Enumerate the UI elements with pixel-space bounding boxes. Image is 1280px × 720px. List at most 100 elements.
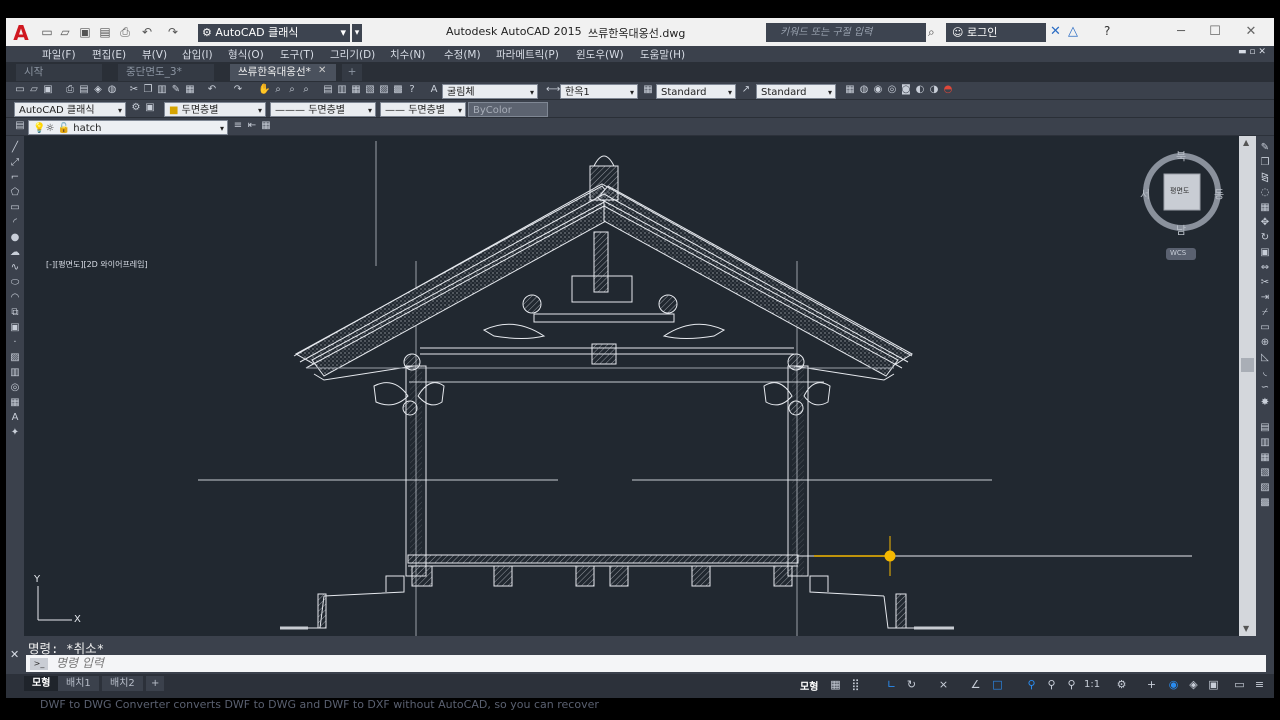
scrollbar-thumb[interactable] (1241, 358, 1254, 372)
close-window-button[interactable]: ✕ (1236, 22, 1266, 42)
tool-palettes-icon[interactable]: ▦ (350, 84, 362, 96)
bring-front-icon[interactable]: ▥ (1259, 437, 1271, 449)
scroll-down-icon[interactable]: ▼ (1243, 624, 1249, 633)
object-snap-tracking-icon[interactable]: ∠ (968, 677, 983, 692)
ellipse-icon[interactable]: ⬭ (9, 277, 21, 289)
viewport-label[interactable]: [-][평면도][2D 와이어프레임] (46, 259, 148, 270)
menu-window[interactable]: 윈도우(W) (576, 47, 624, 62)
viewcube-face[interactable]: 평면도 (1170, 186, 1189, 196)
views-icon[interactable]: ▦ (844, 84, 856, 96)
fillet-icon[interactable]: ◟ (1259, 367, 1271, 379)
polygon-icon[interactable]: ⬠ (9, 187, 21, 199)
add-layout-button[interactable]: + (146, 676, 165, 691)
grid-icon[interactable]: ▦ (828, 677, 843, 692)
copy-object-icon[interactable]: ❐ (1259, 157, 1271, 169)
undo-icon[interactable]: ↶ (206, 84, 218, 96)
render-icon[interactable]: ◉ (872, 84, 884, 96)
layer-select[interactable]: 💡☼ 🔓 hatch ▾ (28, 120, 228, 135)
copy-icon[interactable]: ❐ (142, 84, 154, 96)
annotation-visibility-icon[interactable]: ⚲ (1024, 677, 1039, 692)
mirror-icon[interactable]: ⧎ (1259, 172, 1271, 184)
compass-east[interactable]: 동 (1214, 186, 1224, 202)
circle-icon[interactable]: ● (9, 232, 21, 244)
point-icon[interactable]: · (9, 337, 21, 349)
print-icon[interactable]: ⎙ (118, 25, 132, 39)
trim-icon[interactable]: ✂ (1259, 277, 1271, 289)
workspace-select-2[interactable]: AutoCAD 클래식 ▾ (14, 102, 126, 117)
status-menu-icon[interactable]: ≡ (1252, 677, 1267, 692)
break-at-point-icon[interactable]: ⌿ (1259, 307, 1271, 319)
menu-view[interactable]: 뷰(V) (142, 47, 167, 62)
array-icon[interactable]: ▦ (1259, 202, 1271, 214)
search-input[interactable]: 키워드 또는 구절 입력 (766, 23, 926, 42)
menu-tools[interactable]: 도구(T) (280, 47, 314, 62)
save-icon[interactable]: ▣ (78, 25, 92, 39)
plot-icon[interactable]: ⎙ (64, 84, 76, 96)
insert-block-icon[interactable]: ⧉ (9, 307, 21, 319)
edit-hatch-icon[interactable]: ▩ (1259, 497, 1271, 509)
save-icon[interactable]: ▣ (42, 84, 54, 96)
orbit-icon[interactable]: ◍ (858, 84, 870, 96)
cut-icon[interactable]: ✂ (128, 84, 140, 96)
explode-icon[interactable]: ✸ (1259, 397, 1271, 409)
globe-icon[interactable]: ◍ (106, 84, 118, 96)
menu-dimension[interactable]: 치수(N) (390, 47, 425, 62)
arc-icon[interactable]: ◜ (9, 217, 21, 229)
help-icon[interactable]: ? (406, 84, 418, 96)
undo-icon[interactable]: ↶ (140, 25, 154, 39)
color-select[interactable]: ■ 두면층별 ▾ (164, 102, 266, 117)
command-prompt-icon[interactable]: >_ (30, 658, 48, 670)
layer-previous-icon[interactable]: ⇤ (246, 120, 258, 132)
snap-icon[interactable]: ⣿ (848, 677, 863, 692)
markup-icon[interactable]: ▨ (378, 84, 390, 96)
pan-icon[interactable]: ✋ (258, 84, 270, 96)
autocad-360-icon[interactable]: ◓ (942, 84, 954, 96)
menu-file[interactable]: 파일(F) (42, 47, 76, 62)
gear-icon[interactable]: ⚙ (130, 102, 142, 114)
minimize-button[interactable]: ─ (1166, 22, 1196, 42)
draw-order-icon[interactable]: ▤ (1259, 422, 1271, 434)
ortho-icon[interactable]: ∟ (884, 677, 899, 692)
blend-icon[interactable]: ∽ (1259, 382, 1271, 394)
doc-window-controls[interactable]: ▬ ▫ ✕ (1238, 47, 1266, 57)
command-input[interactable]: 명령 입력 (26, 655, 1266, 672)
zoom-previous-icon[interactable]: ⌕ (300, 84, 312, 96)
tab-section-3[interactable]: 중단면도_3* (118, 64, 214, 81)
menu-modify[interactable]: 수정(M) (444, 47, 481, 62)
polar-icon[interactable]: ↻ (904, 677, 919, 692)
calculator-icon[interactable]: ▩ (392, 84, 404, 96)
revision-cloud-icon[interactable]: ☁ (9, 247, 21, 259)
line-icon[interactable]: ╱ (9, 142, 21, 154)
text-style-select[interactable]: 굴림체 ▾ (442, 84, 538, 99)
menu-help[interactable]: 도움말(H) (640, 47, 685, 62)
isolate-objects-icon[interactable]: ◉ (1166, 677, 1181, 692)
hardware-acceleration-icon[interactable]: ◈ (1186, 677, 1201, 692)
gradient-icon[interactable]: ▥ (9, 367, 21, 379)
tab-start[interactable]: 시작 (16, 64, 102, 81)
erase-icon[interactable]: ✎ (1259, 142, 1271, 154)
spline-icon[interactable]: ∿ (9, 262, 21, 274)
lights-icon[interactable]: ◎ (886, 84, 898, 96)
autodesk-360-icon[interactable]: △ (1068, 24, 1078, 39)
auto-scale-icon[interactable]: ⚲ (1044, 677, 1059, 692)
linetype-select[interactable]: ——— 두면층별 ▾ (270, 102, 376, 117)
customization-icon[interactable]: ▭ (1232, 677, 1247, 692)
scale-icon[interactable]: ▣ (1259, 247, 1271, 259)
workspace-select[interactable]: ⚙ AutoCAD 클래식 ▾ (198, 24, 350, 42)
compass-west[interactable]: 서 (1140, 186, 1150, 202)
redo-icon[interactable]: ↷ (232, 84, 244, 96)
annotation-scale-icon[interactable]: ⚲ (1064, 677, 1079, 692)
stretch-icon[interactable]: ⇔ (1259, 262, 1271, 274)
multileader-style-select[interactable]: Standard ▾ (756, 84, 836, 99)
close-tab-icon[interactable]: ✕ (318, 65, 326, 76)
menu-edit[interactable]: 편집(E) (92, 47, 126, 62)
compass-north[interactable]: 북 (1176, 148, 1186, 164)
hatch-icon[interactable]: ▨ (9, 352, 21, 364)
block-editor-icon[interactable]: ▦ (184, 84, 196, 96)
compass-south[interactable]: 남 (1176, 222, 1186, 238)
application-menu-button[interactable]: A (8, 22, 34, 44)
publish-icon[interactable]: ◈ (92, 84, 104, 96)
maximize-button[interactable]: ☐ (1200, 22, 1230, 42)
break-icon[interactable]: ▭ (1259, 322, 1271, 334)
binoculars-icon[interactable]: ⌕ (928, 25, 935, 40)
